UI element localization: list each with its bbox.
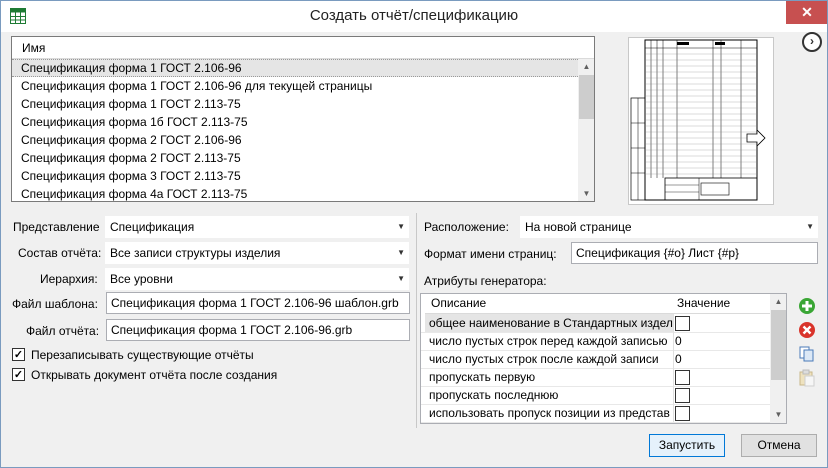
- template-list-item[interactable]: Спецификация форма 2 ГОСТ 2.113-75: [12, 149, 578, 167]
- template-list[interactable]: Имя Спецификация форма 1 ГОСТ 2.106-96 Сп…: [11, 36, 595, 202]
- next-preview-button[interactable]: ›: [802, 32, 822, 52]
- chevron-down-icon[interactable]: ▼: [397, 217, 405, 237]
- composition-value: Все записи структуры изделия: [110, 246, 281, 260]
- window-title: Создать отчёт/спецификацию: [309, 7, 519, 24]
- template-file-label: Файл шаблона:: [12, 297, 98, 311]
- template-list-item[interactable]: Спецификация форма 1 ГОСТ 2.113-75: [12, 95, 578, 113]
- template-list-item[interactable]: Спецификация форма 1 ГОСТ 2.106-96 для т…: [12, 77, 578, 95]
- template-list-scrollbar[interactable]: ▲ ▼: [578, 59, 594, 201]
- column-header-value[interactable]: Значение: [671, 294, 777, 314]
- placement-label: Расположение:: [424, 220, 509, 234]
- composition-combo[interactable]: Все записи структуры изделия ▼: [105, 242, 409, 264]
- overwrite-checkbox[interactable]: ✓: [12, 348, 25, 361]
- add-icon[interactable]: [798, 297, 816, 315]
- list-header: Имя: [12, 37, 594, 59]
- paste-icon: [798, 369, 816, 387]
- chevron-down-icon[interactable]: ▼: [397, 269, 405, 289]
- attribute-description: число пустых строк перед каждой записью: [425, 332, 674, 350]
- attribute-description: общее наименование в Стандартных издел: [425, 314, 674, 332]
- template-file-input[interactable]: Спецификация форма 1 ГОСТ 2.106-96 шабло…: [106, 292, 410, 314]
- scroll-thumb[interactable]: [771, 310, 786, 380]
- attribute-checkbox[interactable]: [675, 388, 690, 403]
- attribute-value[interactable]: 0: [671, 350, 775, 368]
- grid-scrollbar[interactable]: ▲ ▼: [770, 294, 786, 423]
- attribute-value[interactable]: [671, 404, 775, 422]
- attribute-value[interactable]: [671, 386, 775, 404]
- hierarchy-label: Иерархия:: [40, 272, 98, 286]
- grid-row[interactable]: число пустых строк перед каждой записью 0: [421, 332, 771, 351]
- representation-value: Спецификация: [110, 220, 195, 234]
- page-name-format-label: Формат имени страниц:: [424, 247, 557, 261]
- scroll-up-icon[interactable]: ▲: [770, 294, 786, 310]
- template-preview: [628, 37, 774, 205]
- chevron-down-icon[interactable]: ▼: [806, 217, 814, 237]
- report-file-label: Файл отчёта:: [26, 324, 100, 338]
- attribute-description: пропускать последнюю: [425, 386, 674, 404]
- hierarchy-combo[interactable]: Все уровни ▼: [105, 268, 409, 290]
- close-button[interactable]: ✕: [786, 0, 828, 24]
- overwrite-label: Перезаписывать существующие отчёты: [31, 348, 254, 362]
- attribute-checkbox[interactable]: [675, 370, 690, 385]
- scroll-down-icon[interactable]: ▼: [770, 407, 786, 423]
- report-file-input[interactable]: Спецификация форма 1 ГОСТ 2.106-96.grb: [106, 319, 410, 341]
- grid-row[interactable]: число пустых строк после каждой записи 0: [421, 350, 771, 369]
- hierarchy-value: Все уровни: [110, 272, 173, 286]
- composition-label: Состав отчёта:: [18, 246, 102, 260]
- chevron-down-icon[interactable]: ▼: [397, 243, 405, 263]
- generator-attributes-label: Атрибуты генератора:: [424, 274, 547, 288]
- template-list-item[interactable]: Спецификация форма 2 ГОСТ 2.106-96: [12, 131, 578, 149]
- cancel-button[interactable]: Отмена: [741, 434, 817, 457]
- attribute-value[interactable]: [671, 314, 775, 332]
- template-list-item[interactable]: Спецификация форма 4а ГОСТ 2.113-75: [12, 185, 578, 201]
- attribute-description: число пустых строк после каждой записи: [425, 350, 674, 368]
- run-button[interactable]: Запустить: [649, 434, 725, 457]
- column-header-description[interactable]: Описание: [425, 294, 678, 314]
- representation-label: Представление: [13, 220, 100, 234]
- scroll-thumb[interactable]: [579, 75, 594, 119]
- grid-row[interactable]: общее наименование в Стандартных издел: [421, 314, 771, 333]
- placement-combo[interactable]: На новой странице ▼: [520, 216, 818, 238]
- grid-row[interactable]: пропускать последнюю: [421, 386, 771, 405]
- attribute-value[interactable]: [671, 368, 775, 386]
- representation-combo[interactable]: Спецификация ▼: [105, 216, 409, 238]
- placement-value: На новой странице: [525, 220, 632, 234]
- column-header-name[interactable]: Имя: [22, 41, 45, 55]
- generator-attributes-grid[interactable]: Описание Значение общее наименование в С…: [420, 293, 787, 424]
- section-divider: [416, 213, 417, 428]
- open-after-label: Открывать документ отчёта после создания: [31, 368, 278, 382]
- scroll-down-icon[interactable]: ▼: [578, 186, 594, 201]
- grid-row[interactable]: использовать пропуск позиции из представ: [421, 404, 771, 423]
- template-list-item[interactable]: Спецификация форма 1б ГОСТ 2.113-75: [12, 113, 578, 131]
- attribute-checkbox[interactable]: [675, 316, 690, 331]
- template-list-item[interactable]: Спецификация форма 3 ГОСТ 2.113-75: [12, 167, 578, 185]
- attribute-description: использовать пропуск позиции из представ: [425, 404, 674, 422]
- template-list-item[interactable]: Спецификация форма 1 ГОСТ 2.106-96: [12, 59, 578, 77]
- copy-icon[interactable]: [798, 345, 816, 363]
- scroll-up-icon[interactable]: ▲: [578, 59, 594, 75]
- remove-icon[interactable]: [798, 321, 816, 339]
- page-name-format-input[interactable]: Спецификация {#o} Лист {#p}: [571, 242, 818, 264]
- attribute-value[interactable]: 0: [671, 332, 775, 350]
- open-after-checkbox[interactable]: ✓: [12, 368, 25, 381]
- attribute-checkbox[interactable]: [675, 406, 690, 421]
- attribute-description: пропускать первую: [425, 368, 674, 386]
- grid-row[interactable]: пропускать первую: [421, 368, 771, 387]
